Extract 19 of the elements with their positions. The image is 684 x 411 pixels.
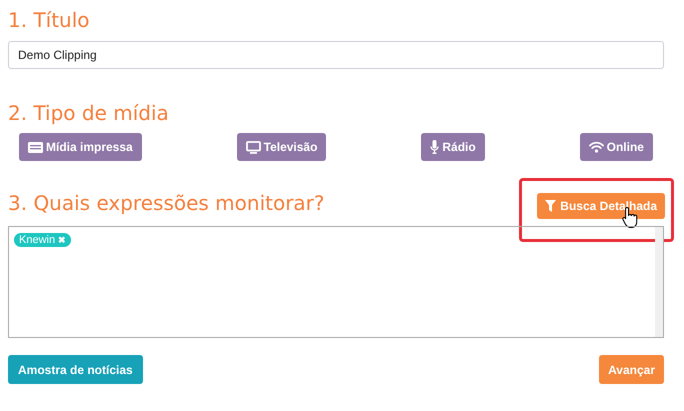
expression-tag: Knewin ✖ [14, 233, 72, 247]
monitor-icon [246, 140, 261, 154]
section-heading: 1. Título [8, 7, 91, 34]
filter-icon [545, 200, 556, 212]
scrollbar[interactable] [655, 227, 663, 337]
card-icon [28, 142, 43, 152]
next-button[interactable]: Avançar [599, 355, 664, 384]
title-field[interactable]: Demo Clipping [8, 41, 664, 69]
wifi-icon [588, 141, 604, 153]
section-heading: 2. Tipo de mídia [8, 100, 170, 127]
microphone-icon [430, 140, 440, 154]
section-heading: 3. Quais expressões monitorar? [8, 190, 325, 217]
media-type-button[interactable]: Televisão [236, 133, 326, 161]
media-type-button[interactable]: Rádio [421, 133, 485, 161]
detail-search-button[interactable]: Busca Detalhada [537, 193, 665, 219]
expressions-field[interactable]: Knewin ✖ [8, 226, 664, 338]
media-type-button[interactable]: Mídia impressa [19, 133, 142, 161]
media-type-button[interactable]: Online [580, 133, 653, 161]
news-sample-button[interactable]: Amostra de notícias [8, 355, 143, 384]
